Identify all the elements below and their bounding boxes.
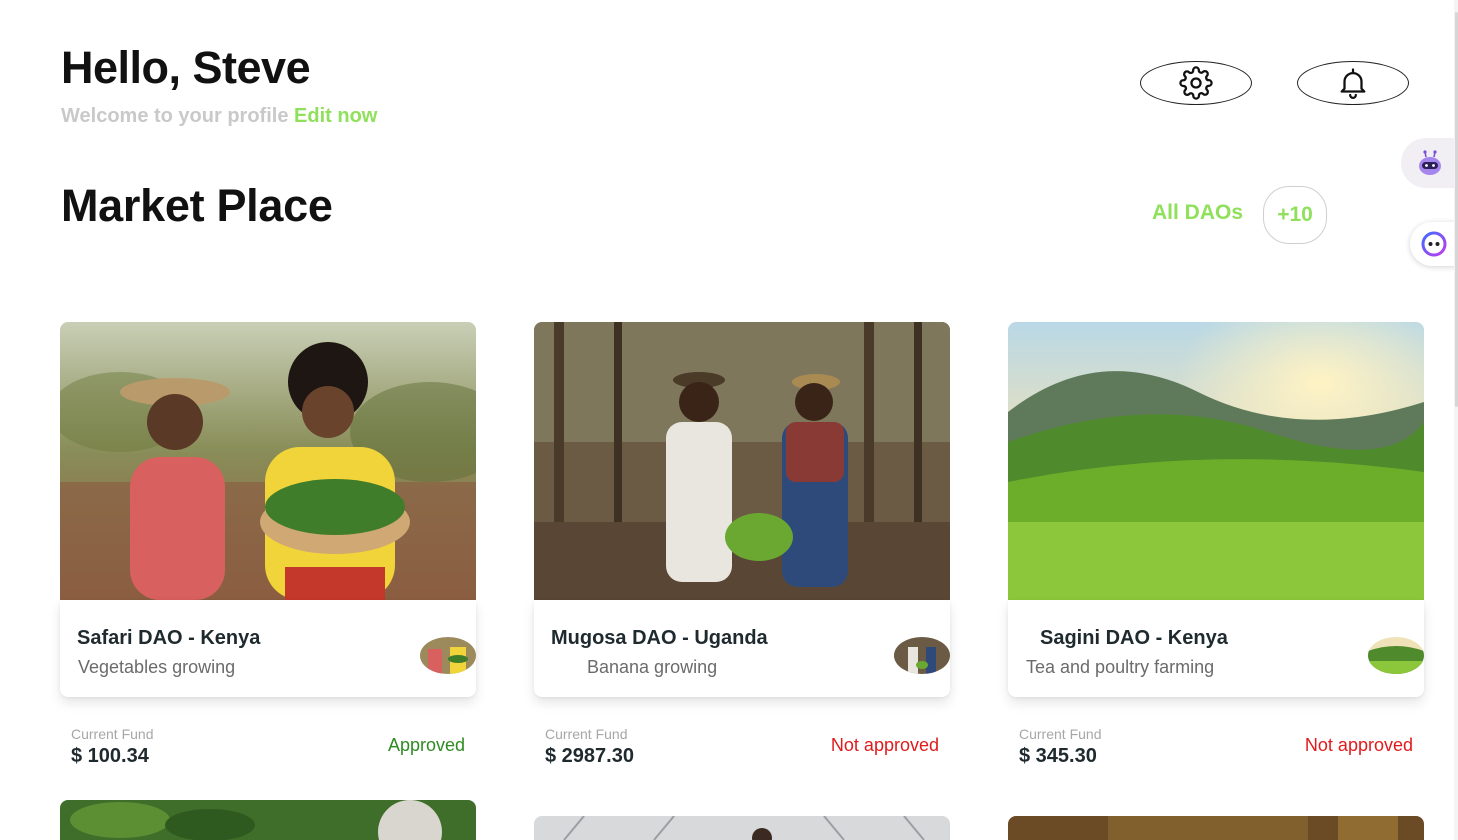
dao-card[interactable]: Sagini DAO - Kenya Tea and poultry farmi…: [1008, 322, 1424, 767]
dao-description: Banana growing: [587, 657, 718, 677]
welcome-line: Welcome to your profile Edit now: [61, 105, 377, 128]
dao-avatar: [420, 637, 476, 674]
notifications-button[interactable]: [1297, 61, 1409, 105]
dao-card-photo-partial[interactable]: [534, 816, 950, 840]
dao-name: Safari DAO - Kenya: [77, 627, 261, 649]
dao-card[interactable]: Safari DAO - Kenya Vegetables growing Cu…: [60, 322, 476, 767]
dao-description: Tea and poultry farming: [1026, 657, 1215, 677]
fund-value: $ 100.34: [71, 745, 149, 767]
more-daos-button[interactable]: +10: [1263, 186, 1327, 244]
edit-profile-link[interactable]: Edit now: [294, 105, 377, 127]
fund-label: Current Fund: [71, 726, 154, 742]
settings-button[interactable]: [1140, 61, 1252, 105]
welcome-text: Welcome to your profile: [61, 105, 289, 127]
dao-card-info: Mugosa DAO - Uganda Banana growing: [534, 600, 950, 697]
chat-bot-icon: [1421, 231, 1447, 257]
dao-card-photo: [60, 322, 476, 600]
dao-card-photo: [534, 322, 950, 600]
marketplace-title: Market Place: [61, 180, 333, 231]
dao-description: Vegetables growing: [78, 657, 236, 677]
robot-icon: [1418, 150, 1441, 175]
dao-card-info: Safari DAO - Kenya Vegetables growing: [60, 600, 476, 697]
dao-card-photo-partial[interactable]: [60, 800, 476, 840]
fund-label: Current Fund: [1019, 726, 1102, 742]
dao-card[interactable]: Mugosa DAO - Uganda Banana growing Curre…: [534, 322, 950, 767]
dao-name: Mugosa DAO - Uganda: [551, 627, 768, 649]
page-greeting: Hello, Steve: [61, 42, 311, 93]
dao-card-info: Sagini DAO - Kenya Tea and poultry farmi…: [1008, 600, 1424, 697]
bell-icon: [1340, 68, 1366, 99]
fund-value: $ 2987.30: [545, 745, 634, 767]
status-badge: Approved: [387, 735, 465, 755]
all-daos-link[interactable]: All DAOs: [1152, 201, 1243, 225]
dao-avatar: [894, 637, 950, 674]
chat-bot-button[interactable]: [1410, 222, 1458, 266]
dao-avatar: [1368, 637, 1424, 674]
dao-card-photo-partial[interactable]: [1008, 816, 1424, 840]
fund-value: $ 345.30: [1019, 745, 1097, 767]
gear-icon: [1179, 66, 1213, 100]
fund-label: Current Fund: [545, 726, 628, 742]
assistant-button[interactable]: [1401, 138, 1458, 188]
status-badge: Not approved: [1304, 735, 1413, 755]
dao-card-photo: [1008, 322, 1424, 600]
status-badge: Not approved: [830, 735, 939, 755]
dao-name: Sagini DAO - Kenya: [1040, 627, 1228, 649]
